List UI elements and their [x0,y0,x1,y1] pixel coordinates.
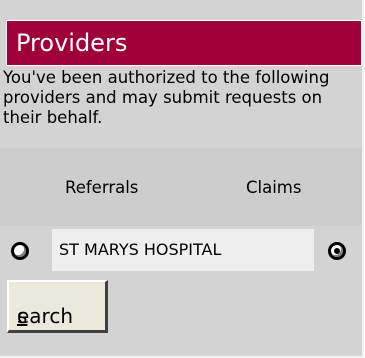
provider-name: ST MARYS HOSPITAL [59,240,222,259]
claims-column-header: Claims [246,178,302,197]
authorization-description: You've been authorized to the following … [3,68,330,127]
claims-radio[interactable] [328,242,346,260]
search-button[interactable]: s earch [7,280,108,333]
page-title: Providers [16,29,128,57]
providers-panel: Providers You've been authorized to the … [0,0,364,358]
referrals-column-header: Referrals [65,178,139,197]
providers-header: Providers [6,20,362,66]
search-label-rest: earch [17,304,74,328]
provider-row: ST MARYS HOSPITAL [0,229,362,271]
provider-name-cell: ST MARYS HOSPITAL [52,229,314,271]
radio-selected-dot [334,248,340,254]
referrals-radio[interactable] [11,242,29,260]
column-header-row: Referrals Claims [0,148,362,226]
